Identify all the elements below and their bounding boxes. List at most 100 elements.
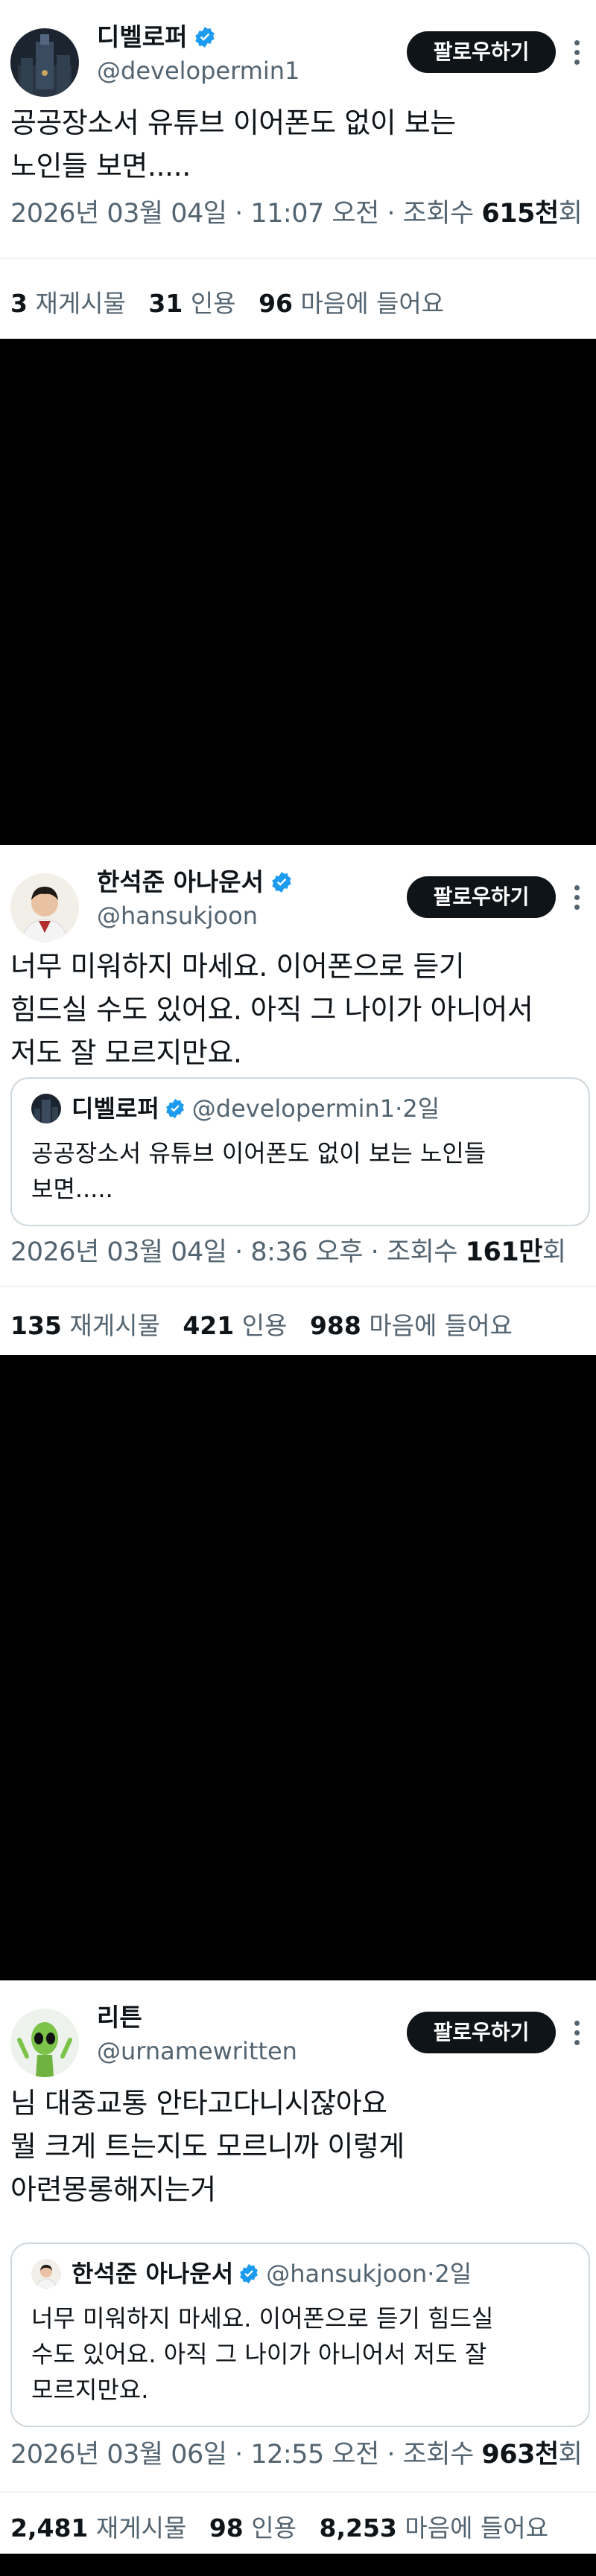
divider: [0, 2491, 596, 2493]
quoted-text-line: 보면.....: [31, 1175, 113, 1203]
reposts-label: 재게시물: [61, 1311, 160, 1340]
follow-button[interactable]: 팔로우하기: [407, 876, 556, 918]
views-count: 161만: [465, 1237, 543, 1267]
quoted-author-name: 디벨로퍼: [72, 1094, 159, 1123]
author-handle[interactable]: @hansukjoon: [97, 900, 294, 931]
likes-stat[interactable]: 96 마음에 들어요: [259, 289, 444, 318]
quotes-stat[interactable]: 31 인용: [148, 289, 235, 318]
likes-label: 마음에 들어요: [361, 1311, 513, 1340]
tweet-text-line: 노인들 보면.....: [10, 150, 191, 182]
reposts-stat[interactable]: 3 재게시물: [10, 289, 126, 318]
quoted-dot: ·: [395, 1094, 403, 1123]
more-options-icon[interactable]: [572, 2021, 581, 2047]
tweet-date[interactable]: 2026년 03월 06일: [10, 2440, 227, 2470]
views-label: 조회수: [402, 2440, 482, 2470]
tweet-time[interactable]: 12:55 오전: [250, 2440, 379, 2470]
verified-badge-icon: [195, 27, 215, 48]
tweet-date[interactable]: 2026년 03월 04일: [10, 199, 227, 229]
quoted-avatar: [31, 1094, 61, 1123]
author-name-row[interactable]: 리튼: [97, 2001, 297, 2034]
author-name-row[interactable]: 디벨로퍼: [97, 21, 299, 54]
separator-band: [0, 1355, 596, 1980]
views-count: 963천: [481, 2440, 559, 2470]
quotes-label: 인용: [234, 1311, 288, 1340]
meta-separator: ·: [378, 199, 403, 229]
reposts-count: 3: [10, 289, 28, 318]
divider: [0, 1286, 596, 1287]
follow-button[interactable]: 팔로우하기: [407, 31, 556, 73]
author-name-row[interactable]: 한석준 아나운서: [97, 866, 294, 899]
tweet-text: 님 대중교통 안타고다니시잖아요 뭘 크게 트는지도 모르니까 이렇게 아련몽롱…: [10, 2082, 581, 2211]
tweet-stats: 135 재게시물 421 인용 988 마음에 들어요: [10, 1308, 527, 1344]
tweet-card-1: 디벨로퍼 @developermin1 팔로우하기 공공장소서 유튜브 이어폰도…: [0, 0, 596, 339]
quoted-text-line: 모르지만요.: [31, 2376, 149, 2404]
tweet-meta: 2026년 03월 04일 · 11:07 오전 · 조회수 615천회: [10, 195, 583, 232]
tweet-stats: 2,481 재게시물 98 인용 8,253 마음에 들어요: [10, 2510, 563, 2546]
quoted-text: 공공장소서 유튜브 이어폰도 없이 보는 노인들 보면.....: [31, 1135, 574, 1207]
quotes-label: 인용: [243, 2513, 297, 2542]
follow-button[interactable]: 팔로우하기: [407, 2012, 556, 2053]
avatar[interactable]: [10, 28, 79, 97]
meta-separator: ·: [226, 1237, 251, 1267]
meta-separator: ·: [226, 199, 251, 229]
meta-separator: ·: [363, 1237, 387, 1267]
more-options-icon[interactable]: [572, 40, 581, 67]
likes-label: 마음에 들어요: [293, 289, 445, 318]
quotes-stat[interactable]: 421 인용: [183, 1311, 287, 1340]
quoted-text-line: 수도 있어요. 아직 그 나이가 아니어서 저도 잘: [31, 2340, 487, 2368]
reposts-stat[interactable]: 2,481 재게시물: [10, 2513, 186, 2542]
tweet-header: 한석준 아나운서 @hansukjoon 팔로우하기: [0, 845, 596, 942]
tweet-text-line: 아련몽롱해지는거: [10, 2173, 216, 2206]
verified-badge-icon: [240, 2263, 259, 2284]
quoted-avatar: [31, 2259, 61, 2289]
views-unit: 회: [558, 2440, 583, 2470]
likes-stat[interactable]: 988 마음에 들어요: [310, 1311, 513, 1340]
tweet-card-3: 리튼 @urnamewritten 팔로우하기 님 대중교통 안타고다니시잖아요…: [0, 1980, 596, 2554]
avatar[interactable]: [10, 873, 79, 942]
author-names: 디벨로퍼 @developermin1: [97, 21, 299, 86]
likes-stat[interactable]: 8,253 마음에 들어요: [319, 2513, 548, 2542]
author-name[interactable]: 디벨로퍼: [97, 21, 187, 54]
meta-separator: ·: [226, 2440, 251, 2470]
quoted-author-name: 한석준 아나운서: [72, 2260, 234, 2288]
quotes-stat[interactable]: 98 인용: [209, 2513, 297, 2542]
tweet-text: 너무 미워하지 마세요. 이어폰으로 듣기 힘드실 수도 있어요. 아직 그 나…: [10, 945, 581, 1074]
divider: [0, 258, 596, 259]
likes-label: 마음에 들어요: [396, 2513, 549, 2542]
tweet-header: 디벨로퍼 @developermin1 팔로우하기: [0, 0, 596, 97]
tweet-text-line: 힘드실 수도 있어요. 아직 그 나이가 아니어서: [10, 993, 533, 1026]
author-name[interactable]: 리튼: [97, 2001, 142, 2034]
reposts-label: 재게시물: [27, 289, 126, 318]
quoted-text: 너무 미워하지 마세요. 이어폰으로 듣기 힘드실 수도 있어요. 아직 그 나…: [31, 2301, 574, 2408]
views-unit: 회: [542, 1237, 566, 1267]
separator-band: [0, 339, 596, 845]
more-options-icon[interactable]: [572, 885, 581, 912]
likes-count: 8,253: [319, 2513, 397, 2542]
author-handle[interactable]: @urnamewritten: [97, 2035, 297, 2067]
quoted-tweet[interactable]: 디벨로퍼 @developermin1 · 2일 공공장소서 유튜브 이어폰도 …: [10, 1077, 590, 1226]
tweet-time[interactable]: 8:36 오후: [250, 1237, 363, 1267]
tweet-card-2: 한석준 아나운서 @hansukjoon 팔로우하기 너무 미워하지 마세요. …: [0, 845, 596, 1355]
quoted-tweet-header: 디벨로퍼 @developermin1 · 2일: [31, 1092, 440, 1125]
tweet-text-line: 공공장소서 유튜브 이어폰도 없이 보는: [10, 106, 456, 139]
author-name[interactable]: 한석준 아나운서: [97, 866, 264, 899]
quoted-author-handle: @developermin1: [191, 1094, 396, 1123]
quoted-tweet[interactable]: 한석준 아나운서 @hansukjoon · 2일 너무 미워하지 마세요. 이…: [10, 2242, 590, 2427]
tweet-time[interactable]: 11:07 오전: [250, 199, 379, 229]
separator-band: [0, 2554, 596, 2576]
quotes-count: 421: [183, 1311, 235, 1340]
tweet-text-line: 너무 미워하지 마세요. 이어폰으로 듣기: [10, 950, 465, 983]
likes-count: 96: [259, 289, 293, 318]
tweet-stats: 3 재게시물 31 인용 96 마음에 들어요: [10, 286, 459, 322]
tweet-date[interactable]: 2026년 03월 04일: [10, 1237, 227, 1267]
avatar[interactable]: [10, 2009, 79, 2077]
quoted-tweet-header: 한석준 아나운서 @hansukjoon · 2일: [31, 2257, 472, 2290]
quoted-time: 2일: [402, 1094, 440, 1123]
quoted-time: 2일: [434, 2260, 472, 2288]
quoted-author-handle: @hansukjoon: [266, 2260, 428, 2288]
tweet-text-line: 저도 잘 모르지만요.: [10, 1036, 242, 1069]
author-handle[interactable]: @developermin1: [97, 55, 299, 86]
tweet-meta: 2026년 03월 04일 · 8:36 오후 · 조회수 161만회: [10, 1234, 566, 1271]
meta-separator: ·: [378, 2440, 403, 2470]
reposts-stat[interactable]: 135 재게시물: [10, 1311, 160, 1340]
